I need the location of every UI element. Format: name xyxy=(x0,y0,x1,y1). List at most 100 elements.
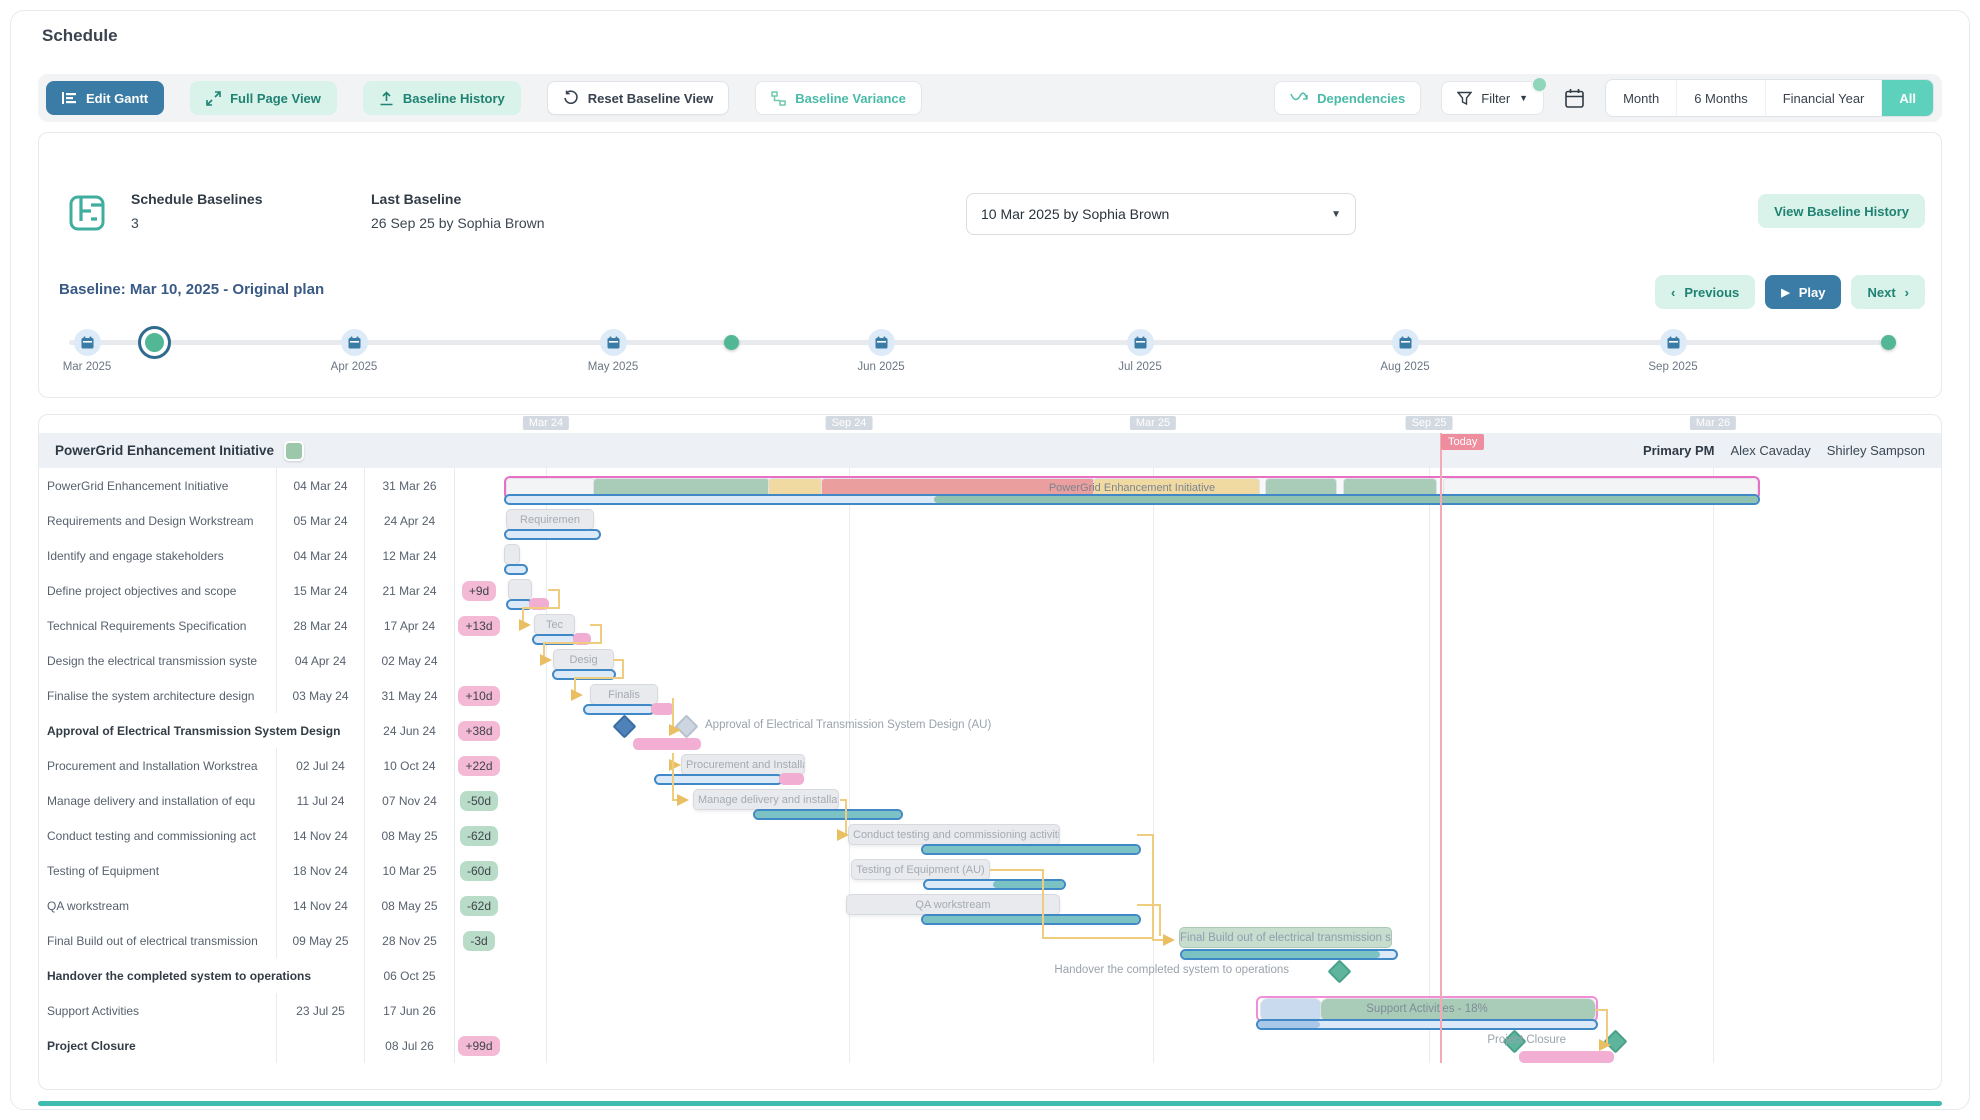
gantt-body: PowerGrid Enhancement Initiative04 Mar 2… xyxy=(39,468,1941,1063)
axis-month-label: Sep 24 xyxy=(826,416,873,430)
play-baseline-button[interactable]: ▶ Play xyxy=(1765,275,1841,309)
task-variance-cell xyxy=(454,538,503,573)
view-baseline-history-button[interactable]: View Baseline History xyxy=(1758,194,1925,228)
task-name-cell: Handover the completed system to operati… xyxy=(39,958,276,993)
support-bar-label: Support Activities - 18% xyxy=(1258,998,1596,1020)
gantt-task-row[interactable]: Final Build out of electrical transmissi… xyxy=(39,923,1941,958)
task-row-canvas: Project Closure xyxy=(503,1028,1941,1063)
completed-task-bar[interactable]: Final Build out of electrical transmissi… xyxy=(1179,927,1392,948)
gantt-task-row[interactable]: Testing of Equipment18 Nov 2410 Mar 25-6… xyxy=(39,853,1941,888)
timeline-calendar-icon[interactable] xyxy=(341,329,368,356)
calendar-icon[interactable] xyxy=(1564,88,1585,109)
gantt-task-row[interactable]: PowerGrid Enhancement Initiative04 Mar 2… xyxy=(39,468,1941,503)
last-baseline-value: 26 Sep 25 by Sophia Brown xyxy=(371,215,545,231)
filter-active-dot xyxy=(1531,76,1548,93)
gantt-task-row[interactable]: Finalise the system architecture design0… xyxy=(39,678,1941,713)
gantt-card: Mar 24Sep 24Mar 25Sep 25Mar 26 PowerGrid… xyxy=(38,414,1942,1090)
dependencies-button[interactable]: Dependencies xyxy=(1274,81,1421,115)
baseline-variance-button[interactable]: Baseline Variance xyxy=(755,81,922,115)
view-option-month[interactable]: Month xyxy=(1606,80,1676,116)
task-name-cell: Define project objectives and scope xyxy=(39,573,276,608)
variance-badge: +9d xyxy=(462,581,496,601)
gantt-task-row[interactable]: Design the electrical transmission syste… xyxy=(39,643,1941,678)
gantt-task-row[interactable]: Identify and engage stakeholders04 Mar 2… xyxy=(39,538,1941,573)
gantt-task-row[interactable]: QA workstream14 Nov 2408 May 25-62dQA wo… xyxy=(39,888,1941,923)
axis-month-label: Mar 26 xyxy=(1690,416,1736,430)
pm-name[interactable]: Shirley Sampson xyxy=(1827,443,1925,458)
full-page-view-label: Full Page View xyxy=(230,91,321,106)
task-name-cell: Design the electrical transmission syste xyxy=(39,643,276,678)
milestone-diamond[interactable] xyxy=(1603,1029,1627,1053)
gantt-task-row[interactable]: Define project objectives and scope15 Ma… xyxy=(39,573,1941,608)
axis-month-label: Mar 25 xyxy=(1130,416,1176,430)
view-option-financial-year[interactable]: Financial Year xyxy=(1765,80,1882,116)
schedule-page: Schedule Edit Gantt Full Page View Basel… xyxy=(0,0,1980,1120)
gantt-task-row[interactable]: Approval of Electrical Transmission Syst… xyxy=(39,713,1941,748)
upload-icon xyxy=(379,91,394,106)
view-switcher: Month 6 Months Financial Year All xyxy=(1605,79,1934,117)
task-variance-cell xyxy=(454,993,503,1028)
task-row-canvas xyxy=(503,538,1941,573)
task-start-cell: 14 Nov 24 xyxy=(276,888,364,923)
gantt-task-row[interactable]: Conduct testing and commissioning act14 … xyxy=(39,818,1941,853)
gantt-task-row[interactable]: Project Closure08 Jul 26+99dProject Clos… xyxy=(39,1028,1941,1063)
view-option-all[interactable]: All xyxy=(1881,80,1933,116)
task-end-cell: 10 Mar 25 xyxy=(364,853,454,888)
baseline-ghost-bar: Requiremen xyxy=(506,509,594,530)
dropdown-caret-icon: ▼ xyxy=(1331,209,1341,220)
task-name-cell: Final Build out of electrical transmissi… xyxy=(39,923,276,958)
page-title: Schedule xyxy=(42,26,118,46)
baseline-ghost-bar: Tec xyxy=(534,614,575,635)
baseline-history-button[interactable]: Baseline History xyxy=(363,81,521,115)
pm-name[interactable]: Alex Cavaday xyxy=(1731,443,1811,458)
timeline-calendar-icon[interactable] xyxy=(1392,329,1419,356)
next-baseline-button[interactable]: Next › xyxy=(1851,275,1925,309)
gantt-task-row[interactable]: Requirements and Design Workstream05 Mar… xyxy=(39,503,1941,538)
variance-badge: -50d xyxy=(460,791,498,811)
milestone-label: Handover the completed system to operati… xyxy=(1054,960,1289,981)
view-option-6-months[interactable]: 6 Months xyxy=(1676,80,1764,116)
next-label: Next xyxy=(1867,285,1895,300)
horizontal-scrollbar[interactable] xyxy=(38,1101,1942,1106)
timeline-calendar-icon[interactable] xyxy=(868,329,895,356)
baseline-marker[interactable] xyxy=(724,335,739,350)
full-page-view-button[interactable]: Full Page View xyxy=(190,81,337,115)
progress-fill xyxy=(1258,1021,1320,1028)
milestone-label: Project Closure xyxy=(1487,1030,1566,1051)
gantt-toolbar: Edit Gantt Full Page View Baseline Histo… xyxy=(38,74,1942,122)
gantt-task-row[interactable]: Technical Requirements Specification28 M… xyxy=(39,608,1941,643)
filter-button[interactable]: Filter ▼ xyxy=(1441,81,1544,115)
task-end-cell: 08 Jul 26 xyxy=(364,1028,454,1063)
timeline-calendar-icon[interactable] xyxy=(600,329,627,356)
milestone-diamond[interactable] xyxy=(674,714,698,738)
task-row-canvas: Tec xyxy=(503,608,1941,643)
dependencies-label: Dependencies xyxy=(1317,91,1405,106)
edit-gantt-button[interactable]: Edit Gantt xyxy=(46,81,164,115)
timeline-calendar-icon[interactable] xyxy=(74,329,101,356)
gantt-task-row[interactable]: Handover the completed system to operati… xyxy=(39,958,1941,993)
gantt-task-row[interactable]: Procurement and Installation Workstrea02… xyxy=(39,748,1941,783)
view-baseline-history-label: View Baseline History xyxy=(1774,204,1909,219)
baseline-select[interactable]: 10 Mar 2025 by Sophia Brown ▼ xyxy=(966,193,1356,235)
timeline-calendar-icon[interactable] xyxy=(1660,329,1687,356)
selected-baseline-marker[interactable] xyxy=(141,329,168,356)
primary-pm-label: Primary PM xyxy=(1643,443,1715,458)
project-status-pill xyxy=(284,441,304,461)
timeline-calendar-icon[interactable] xyxy=(1127,329,1154,356)
task-name-cell: Testing of Equipment xyxy=(39,853,276,888)
milestone-diamond[interactable] xyxy=(612,714,636,738)
gantt-task-row[interactable]: Support Activities23 Jul 2517 Jun 26Supp… xyxy=(39,993,1941,1028)
reset-baseline-view-button[interactable]: Reset Baseline View xyxy=(547,81,730,115)
task-variance-cell: -62d xyxy=(454,818,503,853)
current-baseline-title: Baseline: Mar 10, 2025 - Original plan xyxy=(59,281,324,298)
baseline-ghost-bar xyxy=(508,579,532,600)
task-name-cell: Conduct testing and commissioning act xyxy=(39,818,276,853)
task-row-canvas: Approval of Electrical Transmission Syst… xyxy=(503,713,1941,748)
toolbar-left-group: Edit Gantt Full Page View Baseline Histo… xyxy=(46,81,922,115)
gantt-task-row[interactable]: Manage delivery and installation of equ1… xyxy=(39,783,1941,818)
milestone-diamond[interactable] xyxy=(1327,959,1351,983)
task-end-cell: 21 Mar 24 xyxy=(364,573,454,608)
baseline-marker[interactable] xyxy=(1881,335,1896,350)
variance-badge: -62d xyxy=(460,826,498,846)
previous-baseline-button[interactable]: ‹ Previous xyxy=(1655,275,1755,309)
